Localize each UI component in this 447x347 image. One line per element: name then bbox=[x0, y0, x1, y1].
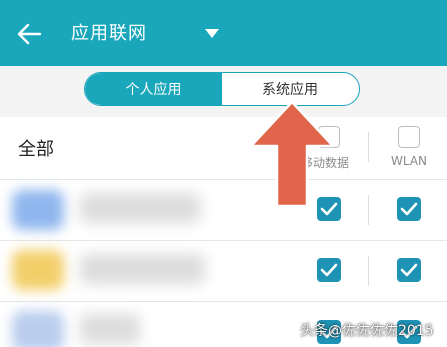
dropdown-triangle-icon[interactable] bbox=[204, 28, 220, 40]
tab-personal-apps[interactable]: 个人应用 bbox=[85, 73, 222, 105]
row-divider bbox=[0, 179, 447, 180]
wlan-select-all-checkbox[interactable] bbox=[398, 126, 420, 148]
row-divider bbox=[0, 301, 447, 302]
up-arrow-annotation-icon bbox=[249, 100, 335, 208]
wlan-checkbox[interactable] bbox=[397, 197, 421, 221]
mobile-data-checkbox[interactable] bbox=[317, 258, 341, 282]
checkmark-icon bbox=[400, 263, 418, 277]
app-name bbox=[80, 254, 205, 284]
column-divider bbox=[368, 132, 369, 162]
app-name bbox=[80, 314, 140, 344]
checkmark-icon bbox=[400, 202, 418, 216]
app-name bbox=[80, 193, 200, 223]
app-bar bbox=[0, 0, 447, 66]
checkmark-icon bbox=[320, 263, 338, 277]
list-header bbox=[0, 117, 447, 179]
row-divider bbox=[0, 240, 447, 241]
app-icon bbox=[12, 190, 64, 230]
all-apps-label: 全部 bbox=[18, 139, 54, 160]
app-icon bbox=[12, 250, 64, 290]
wlan-column-label: WLAN bbox=[391, 154, 428, 168]
back-arrow-icon[interactable] bbox=[14, 19, 44, 49]
column-divider bbox=[368, 256, 369, 286]
app-icon bbox=[12, 311, 64, 347]
wlan-checkbox[interactable] bbox=[397, 258, 421, 282]
page-title: 应用联网 bbox=[71, 23, 147, 44]
column-divider bbox=[368, 195, 369, 225]
watermark: 头条@佐佐佐佐2015 bbox=[300, 323, 434, 339]
